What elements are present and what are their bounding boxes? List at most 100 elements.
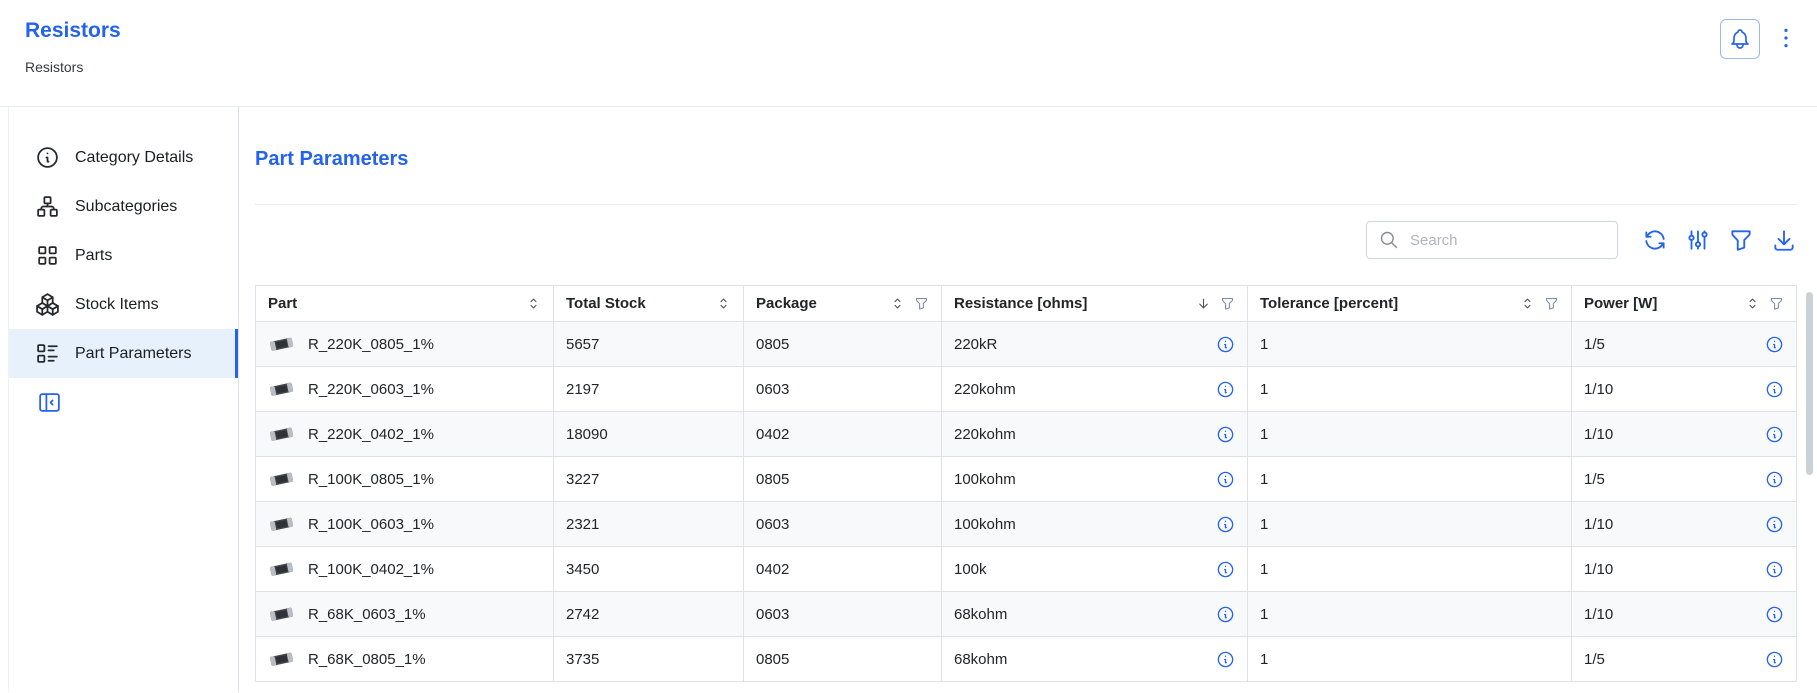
table-toolbar bbox=[255, 221, 1797, 259]
sidebar-item-label: Subcategories bbox=[75, 198, 177, 216]
download-button[interactable] bbox=[1771, 227, 1797, 253]
cell-package: 0603 bbox=[744, 502, 942, 547]
scrollbar-thumb[interactable] bbox=[1806, 292, 1813, 475]
info-icon[interactable] bbox=[1216, 605, 1235, 624]
cell-total-stock: 3227 bbox=[554, 457, 744, 502]
part-thumbnail bbox=[268, 424, 295, 444]
info-icon[interactable] bbox=[1765, 650, 1784, 669]
cell-package: 0805 bbox=[744, 637, 942, 682]
info-icon[interactable] bbox=[1216, 515, 1235, 534]
column-filter-icon[interactable] bbox=[1220, 296, 1235, 311]
panel-title: Part Parameters bbox=[255, 147, 1797, 171]
column-header-tolerance[interactable]: Tolerance [percent] bbox=[1248, 286, 1572, 322]
cell-resistance: 68kohm bbox=[954, 606, 1007, 623]
column-label: Tolerance [percent] bbox=[1260, 295, 1398, 312]
part-thumbnail bbox=[268, 514, 295, 534]
part-name: R_100K_0805_1% bbox=[308, 471, 434, 488]
table-row[interactable]: R_100K_0402_1% 3450 0402 100k 1 1/10 bbox=[256, 547, 1797, 592]
sidebar-item-stock-items[interactable]: Stock Items bbox=[9, 280, 238, 329]
dots-vertical-icon bbox=[1773, 25, 1799, 51]
table-options-button[interactable] bbox=[1685, 227, 1711, 253]
page-title: Resistors bbox=[25, 19, 1817, 43]
content-area: Category Details Subcategories Parts Sto… bbox=[8, 107, 1817, 692]
column-filter-icon[interactable] bbox=[914, 296, 929, 311]
main-panel: Part Parameters bbox=[239, 107, 1817, 692]
column-header-power[interactable]: Power [W] bbox=[1572, 286, 1797, 322]
info-icon[interactable] bbox=[1765, 380, 1784, 399]
info-icon[interactable] bbox=[1765, 605, 1784, 624]
sidebar-item-label: Parts bbox=[75, 247, 112, 265]
info-icon[interactable] bbox=[1765, 515, 1784, 534]
list-details-icon bbox=[35, 341, 60, 366]
table-row[interactable]: R_100K_0805_1% 3227 0805 100kohm 1 1/5 bbox=[256, 457, 1797, 502]
search-box bbox=[1366, 221, 1618, 259]
info-circle-icon bbox=[35, 145, 60, 170]
overflow-menu-button[interactable] bbox=[1773, 25, 1799, 53]
cell-package: 0805 bbox=[744, 322, 942, 367]
sidebar-item-category-details[interactable]: Category Details bbox=[9, 133, 238, 182]
table-header-row: Part Total Stock Package bbox=[256, 286, 1797, 322]
sort-desc-icon bbox=[1196, 296, 1211, 311]
info-icon[interactable] bbox=[1765, 335, 1784, 354]
cell-resistance: 68kohm bbox=[954, 651, 1007, 668]
table-row[interactable]: R_220K_0603_1% 2197 0603 220kohm 1 1/10 bbox=[256, 367, 1797, 412]
sidebar: Category Details Subcategories Parts Sto… bbox=[9, 107, 239, 692]
part-name: R_68K_0603_1% bbox=[308, 606, 426, 623]
table-row[interactable]: R_100K_0603_1% 2321 0603 100kohm 1 1/10 bbox=[256, 502, 1797, 547]
column-header-part[interactable]: Part bbox=[256, 286, 554, 322]
search-input[interactable] bbox=[1408, 231, 1605, 250]
column-header-resistance[interactable]: Resistance [ohms] bbox=[942, 286, 1248, 322]
cell-tolerance: 1 bbox=[1248, 547, 1572, 592]
cell-package: 0805 bbox=[744, 457, 942, 502]
sidebar-item-parts[interactable]: Parts bbox=[9, 231, 238, 280]
table-row[interactable]: R_68K_0805_1% 3735 0805 68kohm 1 1/5 bbox=[256, 637, 1797, 682]
part-parameters-table: Part Total Stock Package bbox=[255, 285, 1797, 682]
info-icon[interactable] bbox=[1216, 425, 1235, 444]
cell-power: 1/10 bbox=[1584, 381, 1613, 398]
cell-power: 1/5 bbox=[1584, 651, 1605, 668]
table-row[interactable]: R_220K_0805_1% 5657 0805 220kR 1 1/5 bbox=[256, 322, 1797, 367]
notifications-button[interactable] bbox=[1720, 19, 1760, 59]
column-filter-icon[interactable] bbox=[1769, 296, 1784, 311]
column-label: Package bbox=[756, 295, 817, 312]
cell-resistance: 220kR bbox=[954, 336, 997, 353]
breadcrumb-item-resistors[interactable]: Resistors bbox=[25, 59, 83, 75]
cell-total-stock: 5657 bbox=[554, 322, 744, 367]
cell-tolerance: 1 bbox=[1248, 637, 1572, 682]
part-name: R_220K_0402_1% bbox=[308, 426, 434, 443]
sidebar-item-label: Stock Items bbox=[75, 296, 159, 314]
table-row[interactable]: R_68K_0603_1% 2742 0603 68kohm 1 1/10 bbox=[256, 592, 1797, 637]
info-icon[interactable] bbox=[1216, 380, 1235, 399]
table-row[interactable]: R_220K_0402_1% 18090 0402 220kohm 1 1/10 bbox=[256, 412, 1797, 457]
refresh-button[interactable] bbox=[1642, 227, 1668, 253]
sidebar-collapse-button[interactable] bbox=[36, 390, 62, 416]
sidebar-item-part-parameters[interactable]: Part Parameters bbox=[9, 329, 238, 378]
sidebar-item-subcategories[interactable]: Subcategories bbox=[9, 182, 238, 231]
part-thumbnail bbox=[268, 379, 295, 399]
info-icon[interactable] bbox=[1765, 560, 1784, 579]
filter-button[interactable] bbox=[1728, 227, 1754, 253]
info-icon[interactable] bbox=[1765, 470, 1784, 489]
info-icon[interactable] bbox=[1216, 650, 1235, 669]
cell-resistance: 100k bbox=[954, 561, 987, 578]
divider bbox=[255, 204, 1797, 205]
cell-total-stock: 3450 bbox=[554, 547, 744, 592]
part-name: R_220K_0603_1% bbox=[308, 381, 434, 398]
column-label: Resistance [ohms] bbox=[954, 295, 1087, 312]
info-icon[interactable] bbox=[1216, 560, 1235, 579]
cell-package: 0402 bbox=[744, 412, 942, 457]
column-header-package[interactable]: Package bbox=[744, 286, 942, 322]
packages-icon bbox=[35, 292, 60, 317]
part-name: R_220K_0805_1% bbox=[308, 336, 434, 353]
info-icon[interactable] bbox=[1765, 425, 1784, 444]
column-header-total-stock[interactable]: Total Stock bbox=[554, 286, 744, 322]
grid-icon bbox=[35, 243, 60, 268]
info-icon[interactable] bbox=[1216, 470, 1235, 489]
info-icon[interactable] bbox=[1216, 335, 1235, 354]
cell-resistance: 100kohm bbox=[954, 516, 1016, 533]
sort-icon bbox=[890, 296, 905, 311]
column-filter-icon[interactable] bbox=[1544, 296, 1559, 311]
refresh-icon bbox=[1642, 227, 1668, 253]
sort-icon bbox=[716, 296, 731, 311]
cell-total-stock: 18090 bbox=[554, 412, 744, 457]
